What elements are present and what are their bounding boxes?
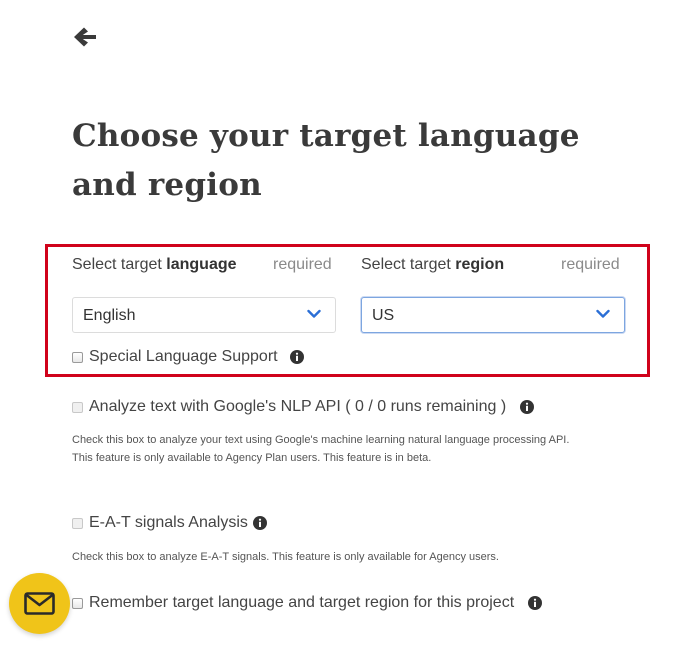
contact-mail-button[interactable] (9, 573, 70, 634)
chevron-down-icon (307, 309, 321, 319)
nlp-help-line-2: This feature is only available to Agency… (72, 452, 432, 464)
region-select[interactable]: US (361, 297, 625, 333)
remember-row: Remember target language and target regi… (72, 593, 543, 613)
language-required: required (273, 256, 332, 273)
nlp-label: Analyze text with Google's NLP API ( 0 /… (89, 398, 507, 415)
eat-checkbox[interactable] (72, 517, 83, 529)
special-language-label: Special Language Support (89, 348, 278, 365)
language-select[interactable]: English (72, 297, 336, 333)
nlp-help-text: Check this box to analyze your text usin… (72, 431, 632, 467)
chevron-down-icon (596, 309, 610, 319)
region-label: Select target region (361, 256, 504, 274)
nlp-checkbox[interactable] (72, 401, 83, 413)
region-label-prefix: Select target (361, 256, 456, 273)
remember-checkbox[interactable] (72, 597, 83, 609)
eat-row: E-A-T signals Analysis (72, 513, 267, 533)
back-button[interactable] (70, 22, 102, 54)
remember-label: Remember target language and target regi… (89, 594, 515, 611)
region-required: required (561, 256, 620, 273)
arrow-left-icon (70, 22, 102, 52)
nlp-row: Analyze text with Google's NLP API ( 0 /… (72, 397, 535, 417)
language-label: Select target language (72, 256, 237, 274)
eat-label: E-A-T signals Analysis (89, 514, 248, 531)
nlp-help-line-1: Check this box to analyze your text usin… (72, 434, 570, 446)
region-label-strong: region (455, 256, 505, 273)
info-circle-icon[interactable] (252, 516, 267, 530)
language-label-strong: language (166, 256, 237, 273)
region-select-value: US (372, 307, 395, 324)
language-select-value: English (83, 307, 136, 324)
eat-help-text: Check this box to analyze E-A-T signals.… (72, 551, 499, 563)
info-circle-icon[interactable] (520, 400, 535, 414)
info-circle-icon[interactable] (289, 350, 304, 364)
special-language-row: Special Language Support (72, 347, 304, 367)
info-circle-icon[interactable] (528, 596, 543, 610)
page-title: Choose your target language and region (72, 118, 580, 203)
special-language-checkbox[interactable] (72, 351, 83, 363)
language-label-prefix: Select target (72, 256, 167, 273)
